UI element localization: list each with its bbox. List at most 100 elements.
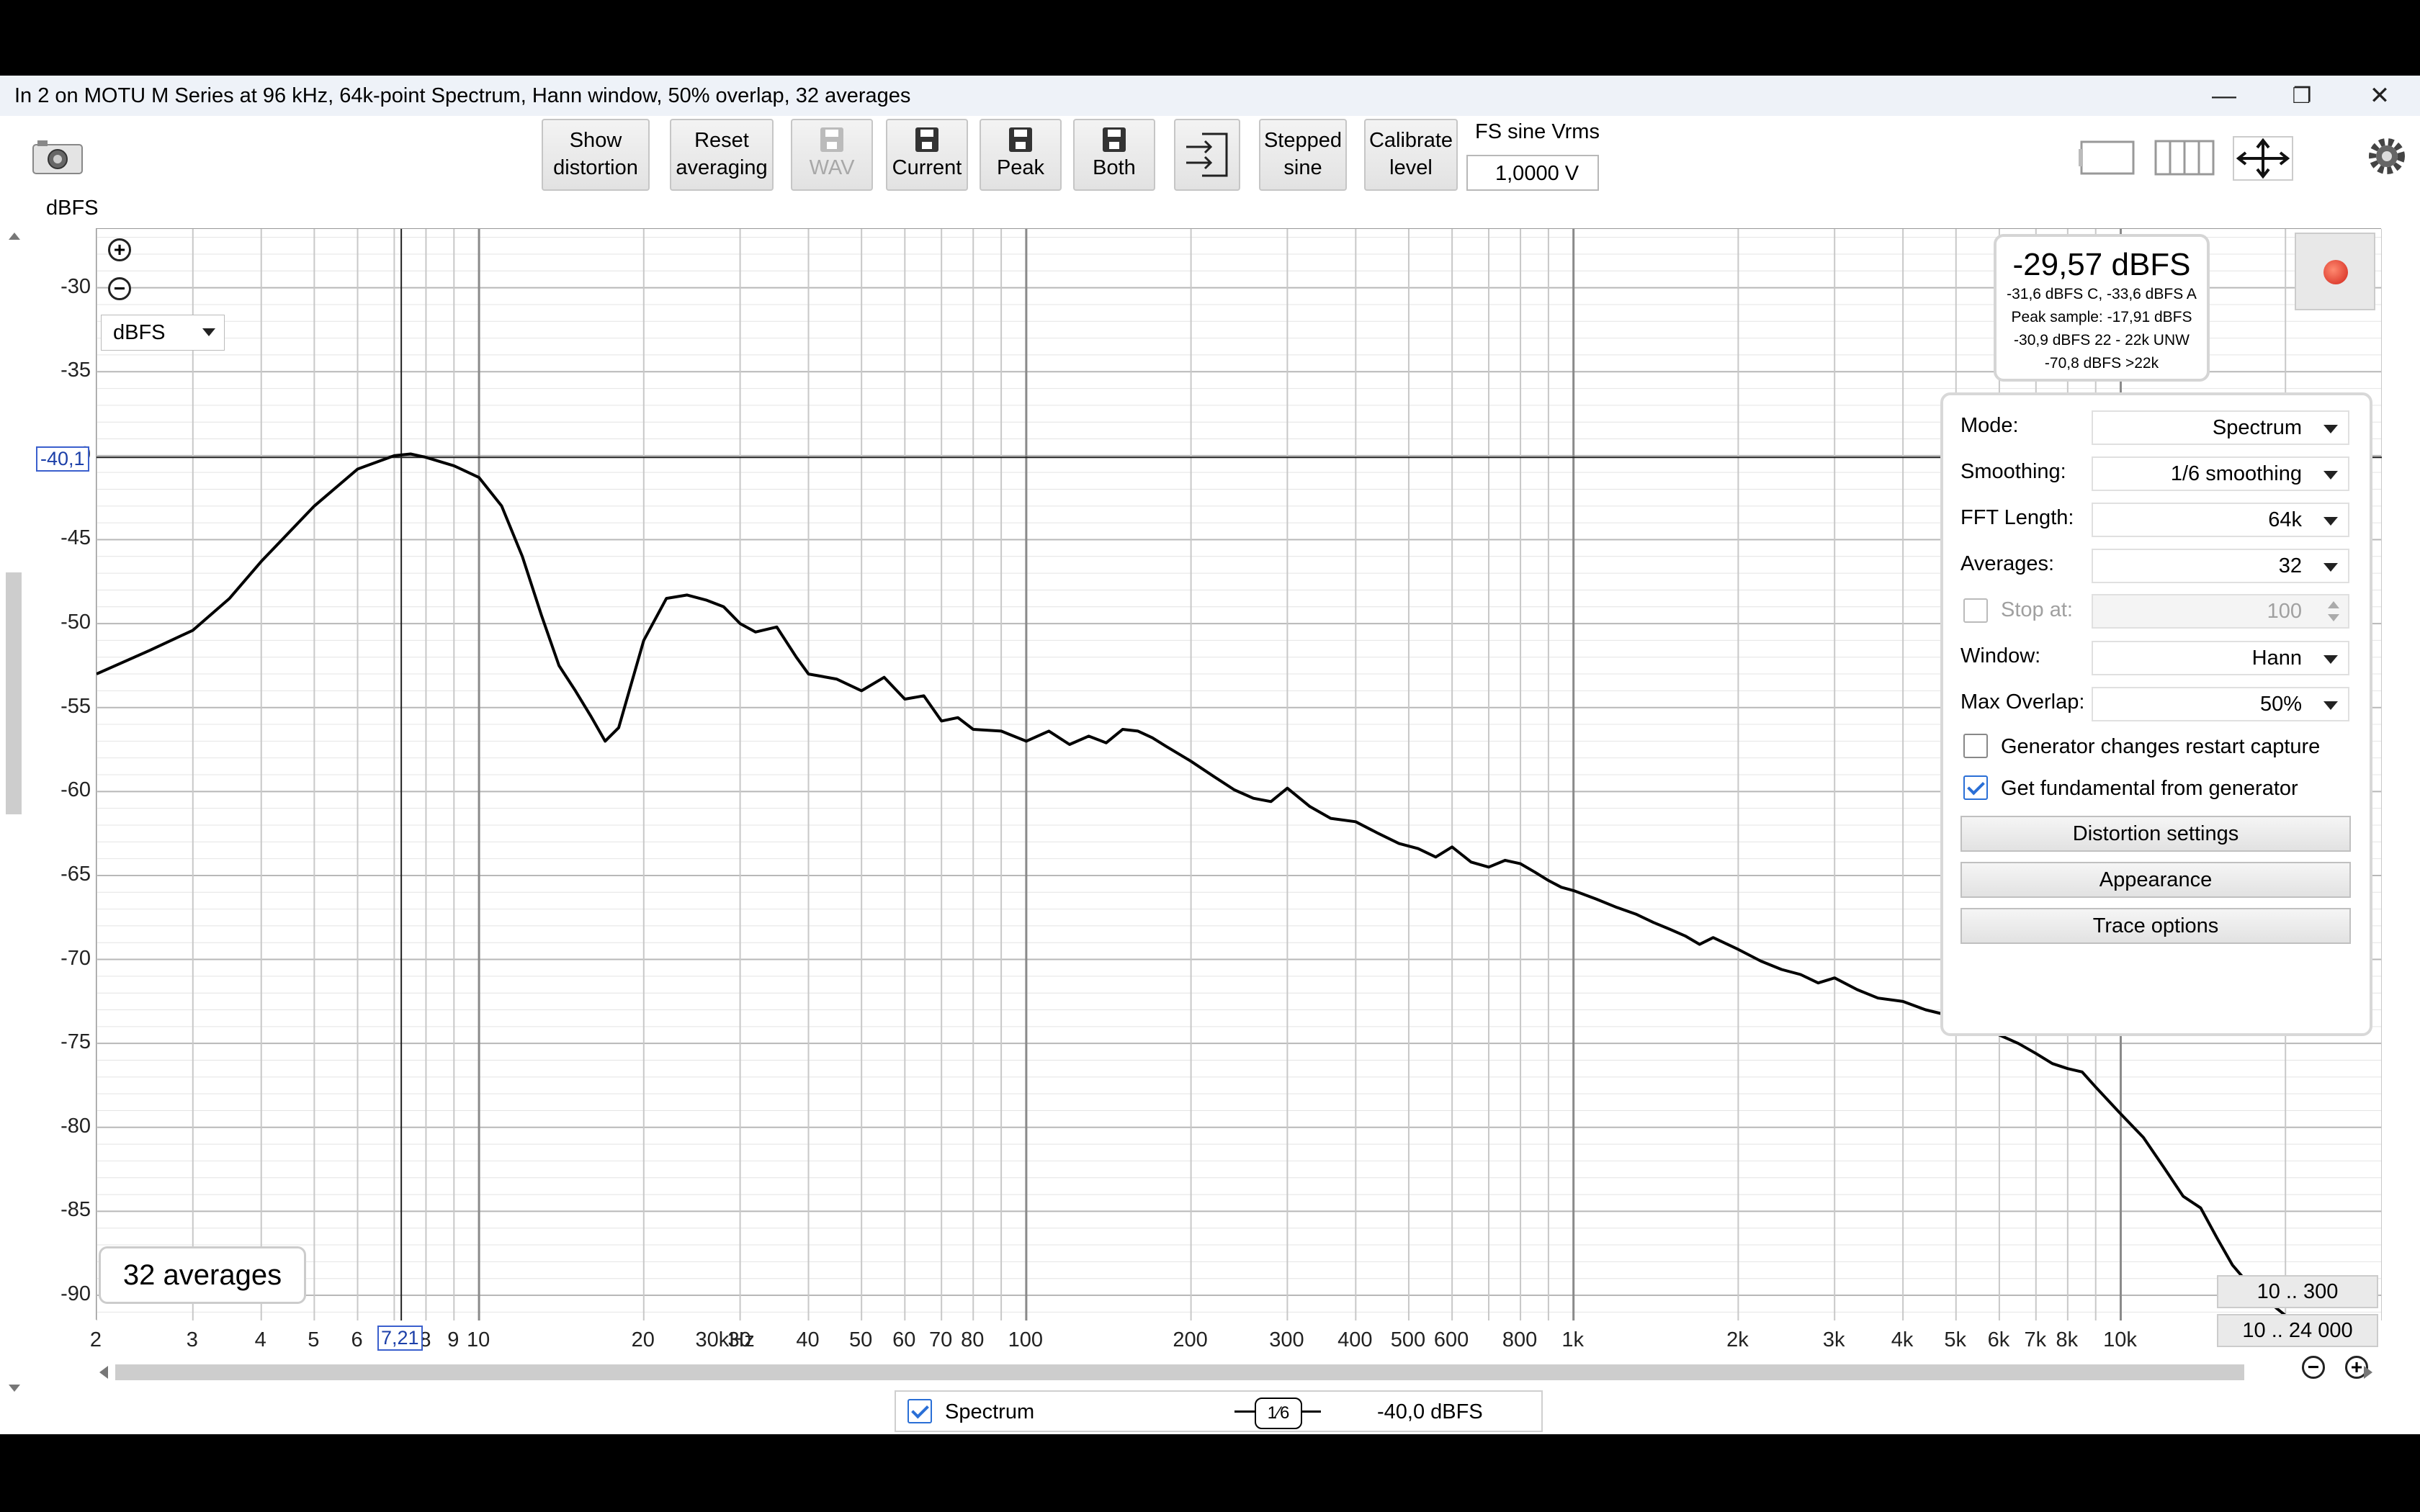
x-tick-label: 10 (466, 1328, 490, 1351)
range-10-24000-button[interactable]: 10 .. 24 000 (2217, 1314, 2378, 1347)
record-icon (2323, 260, 2348, 284)
level-above-22k: -70,8 dBFS >22k (2044, 355, 2159, 372)
save-peak-button[interactable]: Peak (980, 119, 1062, 191)
max-overlap-select[interactable]: 50% (2092, 687, 2349, 721)
smoothing-badge: 1⁄6 (1255, 1398, 1302, 1429)
x-tick-label: 500 (1390, 1328, 1426, 1351)
y-tick-label: -90 (60, 1282, 91, 1305)
y-tick-label: -50 (60, 611, 91, 634)
disk-icon (1009, 127, 1032, 153)
level-main-value: -29,57 dBFS (2012, 247, 2191, 282)
split-graph-layout-icon[interactable] (2154, 139, 2215, 176)
fs-sine-input[interactable]: 1,0000 V (1466, 155, 1599, 191)
single-graph-layout-icon[interactable] (2079, 139, 2136, 176)
record-button[interactable] (2295, 233, 2375, 310)
window-value: Hann (2251, 647, 2302, 670)
move-arrows-icon[interactable] (2233, 136, 2293, 181)
export-icon (1186, 132, 1228, 177)
window-select[interactable]: Hann (2092, 641, 2349, 675)
close-icon[interactable]: ✕ (2358, 80, 2401, 112)
calibrate-level-button[interactable]: Calibrate level (1364, 119, 1458, 191)
fundamental-from-generator-label: Get fundamental from generator (2001, 777, 2298, 800)
zoom-in-icon[interactable]: + (108, 238, 131, 261)
window-label: Window: (1960, 644, 2041, 667)
horizontal-scroll-thumb[interactable] (115, 1364, 2244, 1380)
y-tick-label: -60 (60, 778, 91, 802)
y-tick-label: -70 (60, 946, 91, 970)
save-wav-button: WAV (791, 119, 873, 191)
x-tick-label: 5k (1944, 1328, 1967, 1351)
scroll-down-arrow-icon[interactable] (9, 1385, 20, 1392)
disk-icon (1103, 127, 1126, 153)
distortion-settings-button[interactable]: Distortion settings (1960, 816, 2351, 852)
x-tick-label: 2k (1726, 1328, 1749, 1351)
stop-at-spinner: 100 (2092, 594, 2349, 629)
fft-length-label: FFT Length: (1960, 506, 2074, 529)
vertical-scroll-thumb[interactable] (6, 572, 22, 814)
save-both-button[interactable]: Both (1073, 119, 1155, 191)
mode-select[interactable]: Spectrum (2092, 410, 2349, 445)
y-tick-label: -45 (60, 526, 91, 550)
x-tick-label: 6 (351, 1328, 363, 1351)
x-tick-label: 80 (961, 1328, 985, 1351)
level-weighted: -31,6 dBFS C, -33,6 dBFS A (2007, 286, 2197, 302)
x-tick-label: 60 (892, 1328, 916, 1351)
mode-value: Spectrum (2212, 416, 2302, 439)
mode-label: Mode: (1960, 414, 2019, 437)
trace-options-button[interactable]: Trace options (1960, 908, 2351, 944)
spectrum-trace-checkbox[interactable] (908, 1399, 932, 1423)
camera-icon[interactable] (32, 139, 84, 175)
range-10-300-button[interactable]: 10 .. 300 (2217, 1275, 2378, 1308)
trace-name: Spectrum (945, 1400, 1035, 1423)
x-tick-label: 600 (1433, 1328, 1469, 1351)
stepped-sine-button[interactable]: Stepped sine (1259, 119, 1347, 191)
level-meter: -29,57 dBFS -31,6 dBFS C, -33,6 dBFS A P… (1994, 234, 2210, 382)
show-distortion-button[interactable]: Show distortion (542, 119, 650, 191)
scroll-up-arrow-icon[interactable] (9, 233, 20, 240)
trace-legend: Spectrum 1⁄6 -40,0 dBFS (895, 1390, 1543, 1432)
restore-icon[interactable]: ❐ (2280, 80, 2323, 112)
generator-restart-checkbox[interactable] (1963, 734, 1988, 758)
x-tick-label: 3k (1822, 1328, 1845, 1351)
x-tick-label: 2 (89, 1328, 102, 1351)
window-title: In 2 on MOTU M Series at 96 kHz, 64k-poi… (14, 84, 911, 107)
chevron-down-icon (2323, 563, 2338, 572)
zoom-out-icon[interactable]: − (108, 277, 131, 300)
max-overlap-label: Max Overlap: (1960, 690, 2085, 714)
x-tick-label: 4k (1891, 1328, 1914, 1351)
y-axis-unit-label: dBFS (46, 197, 99, 220)
averages-select[interactable]: 32 (2092, 549, 2349, 583)
minimize-icon[interactable]: — (2202, 80, 2246, 112)
x-tick-label: 200 (1173, 1328, 1208, 1351)
averages-counter: 32 averages (99, 1246, 306, 1304)
appearance-button[interactable]: Appearance (1960, 862, 2351, 898)
x-tick-label: 800 (1502, 1328, 1538, 1351)
fundamental-from-generator-checkbox[interactable] (1963, 775, 1988, 800)
x-zoom-out-icon[interactable]: − (2302, 1356, 2325, 1379)
x-tick-label: 50 (849, 1328, 873, 1351)
scroll-right-arrow-icon[interactable] (2364, 1366, 2372, 1379)
x-tick-label: 5 (308, 1328, 320, 1351)
vertical-scrollbar[interactable] (6, 233, 22, 1392)
unit-select[interactable]: dBFS (101, 315, 225, 351)
scroll-left-arrow-icon[interactable] (99, 1366, 108, 1379)
chevron-down-icon (2323, 517, 2338, 526)
gear-icon[interactable] (2367, 136, 2407, 176)
rew-rta-window: In 2 on MOTU M Series at 96 kHz, 64k-poi… (0, 76, 2420, 1434)
disk-icon (820, 127, 843, 153)
x-tick-label: 3 (186, 1328, 198, 1351)
x-tick-label: 7k (2024, 1328, 2047, 1351)
unit-select-value: dBFS (113, 321, 166, 344)
averages-value: 32 (2278, 554, 2302, 577)
smoothing-select[interactable]: 1/6 smoothing (2092, 456, 2349, 491)
save-current-button[interactable]: Current (886, 119, 968, 191)
chevron-down-icon (2323, 425, 2338, 433)
level-peak-sample: Peak sample: -17,91 dBFS (2011, 309, 2192, 325)
y-tick-label: -35 (60, 359, 91, 382)
stop-at-checkbox[interactable] (1963, 598, 1988, 623)
x-tick-label: 20 (631, 1328, 655, 1351)
x-tick-label: 300 (1269, 1328, 1304, 1351)
fft-length-select[interactable]: 64k (2092, 503, 2349, 537)
export-button[interactable] (1174, 119, 1240, 191)
reset-averaging-button[interactable]: Reset averaging (670, 119, 774, 191)
